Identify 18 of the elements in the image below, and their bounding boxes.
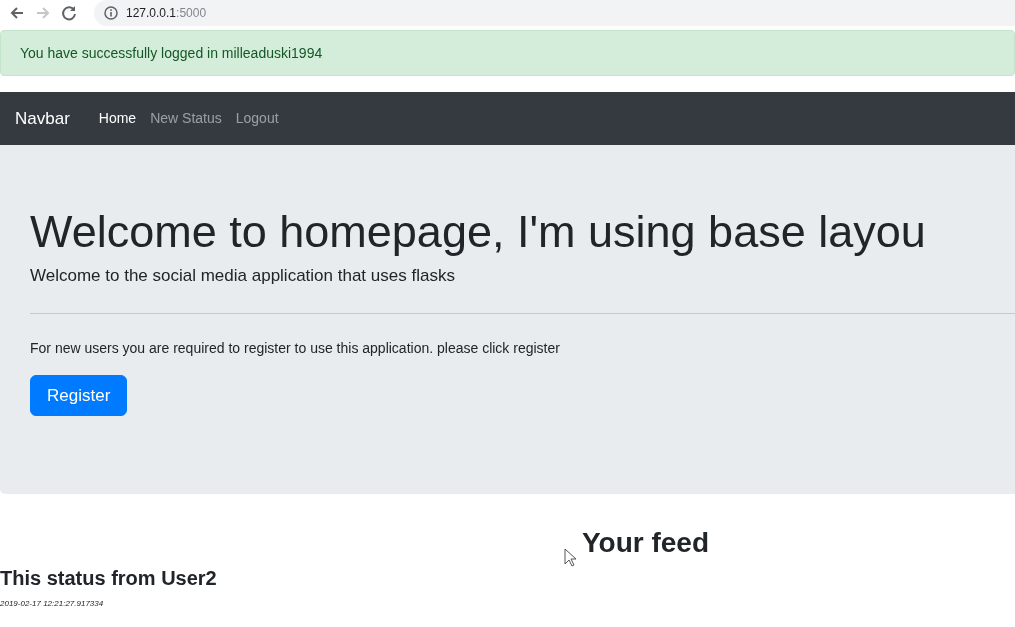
address-bar[interactable]: 127.0.0.1:5000	[94, 0, 1015, 26]
url-host: 127.0.0.1	[126, 6, 177, 20]
navbar-brand[interactable]: Navbar	[15, 105, 70, 132]
info-icon[interactable]	[104, 6, 118, 20]
status-title: This status from User2	[0, 565, 218, 590]
cursor-icon	[564, 548, 576, 567]
reload-icon[interactable]	[60, 4, 78, 22]
url-port: :5000	[176, 6, 207, 20]
jumbotron-title: Welcome to homepage, I'm using base layou	[30, 205, 927, 259]
status-timestamp: 2019-02-17 12:21:27.917334	[0, 597, 105, 610]
nav-link[interactable]: Home	[91, 108, 144, 129]
feed-heading: Your feed	[581, 526, 710, 560]
register-prompt: For new users you are required to register to use this application. please click register	[30, 338, 561, 358]
success-alert: You have successfully logged in milleaduski1994	[0, 30, 1015, 76]
lead-text: Welcome to the social media application that uses flasks	[30, 265, 456, 287]
nav-link[interactable]: New Status	[143, 108, 229, 129]
register-button[interactable]: Register	[30, 374, 128, 416]
nav-link[interactable]: Logout	[228, 108, 286, 129]
